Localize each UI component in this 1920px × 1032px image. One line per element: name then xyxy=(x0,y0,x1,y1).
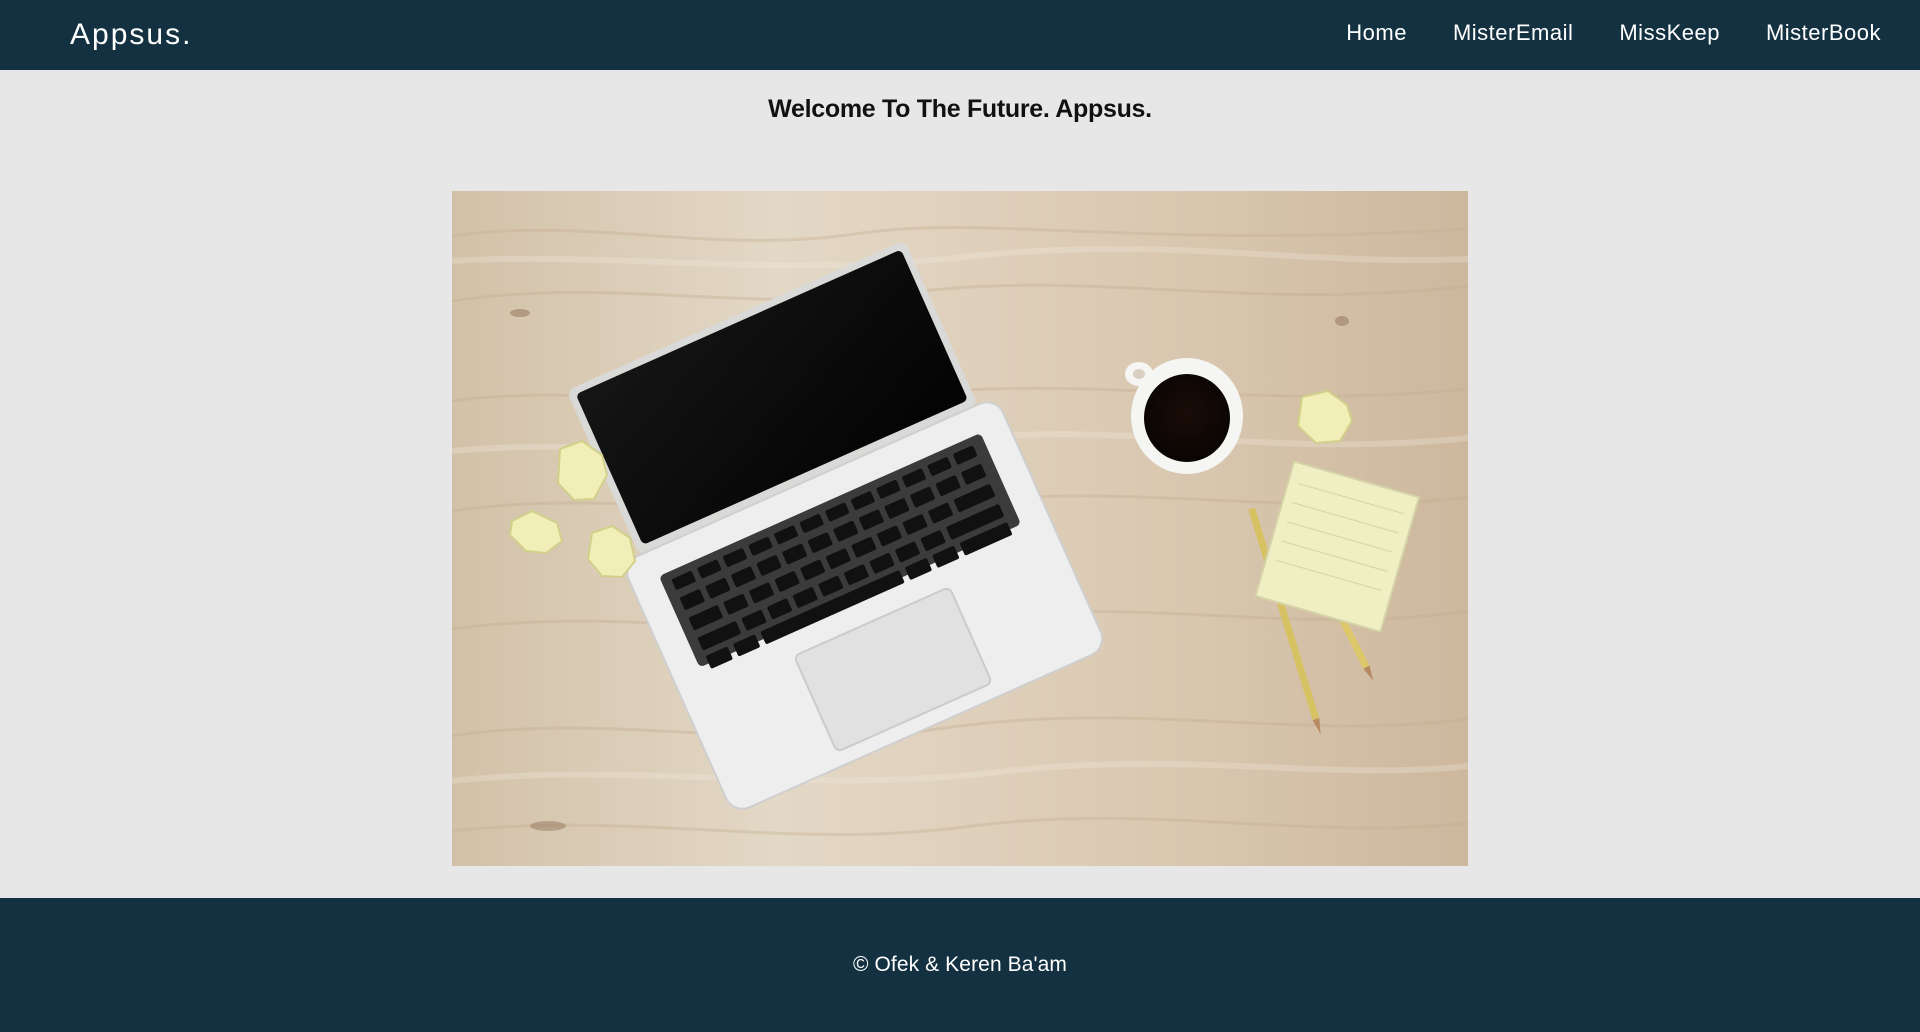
nav-link-home[interactable]: Home xyxy=(1346,20,1407,46)
welcome-heading: Welcome To The Future. Appsus. xyxy=(768,95,1152,123)
nav-link-misskeep[interactable]: MissKeep xyxy=(1619,20,1720,46)
main-navigation: Home MisterEmail MissKeep MisterBook xyxy=(1346,20,1881,46)
nav-link-misteremail[interactable]: MisterEmail xyxy=(1453,20,1573,46)
copyright-text: © Ofek & Keren Ba'am xyxy=(852,953,1068,976)
footer: © Ofek & Keren Ba'am xyxy=(0,898,1920,1032)
hero-image xyxy=(452,191,1468,866)
top-navbar: Appsus. Home MisterEmail MissKeep Mister… xyxy=(0,0,1920,70)
nav-link-misterbook[interactable]: MisterBook xyxy=(1766,20,1881,46)
page: Appsus. Home MisterEmail MissKeep Mister… xyxy=(0,0,1920,1032)
laptop-desk-photo xyxy=(452,191,1468,866)
app-logo[interactable]: Appsus. xyxy=(70,18,192,52)
